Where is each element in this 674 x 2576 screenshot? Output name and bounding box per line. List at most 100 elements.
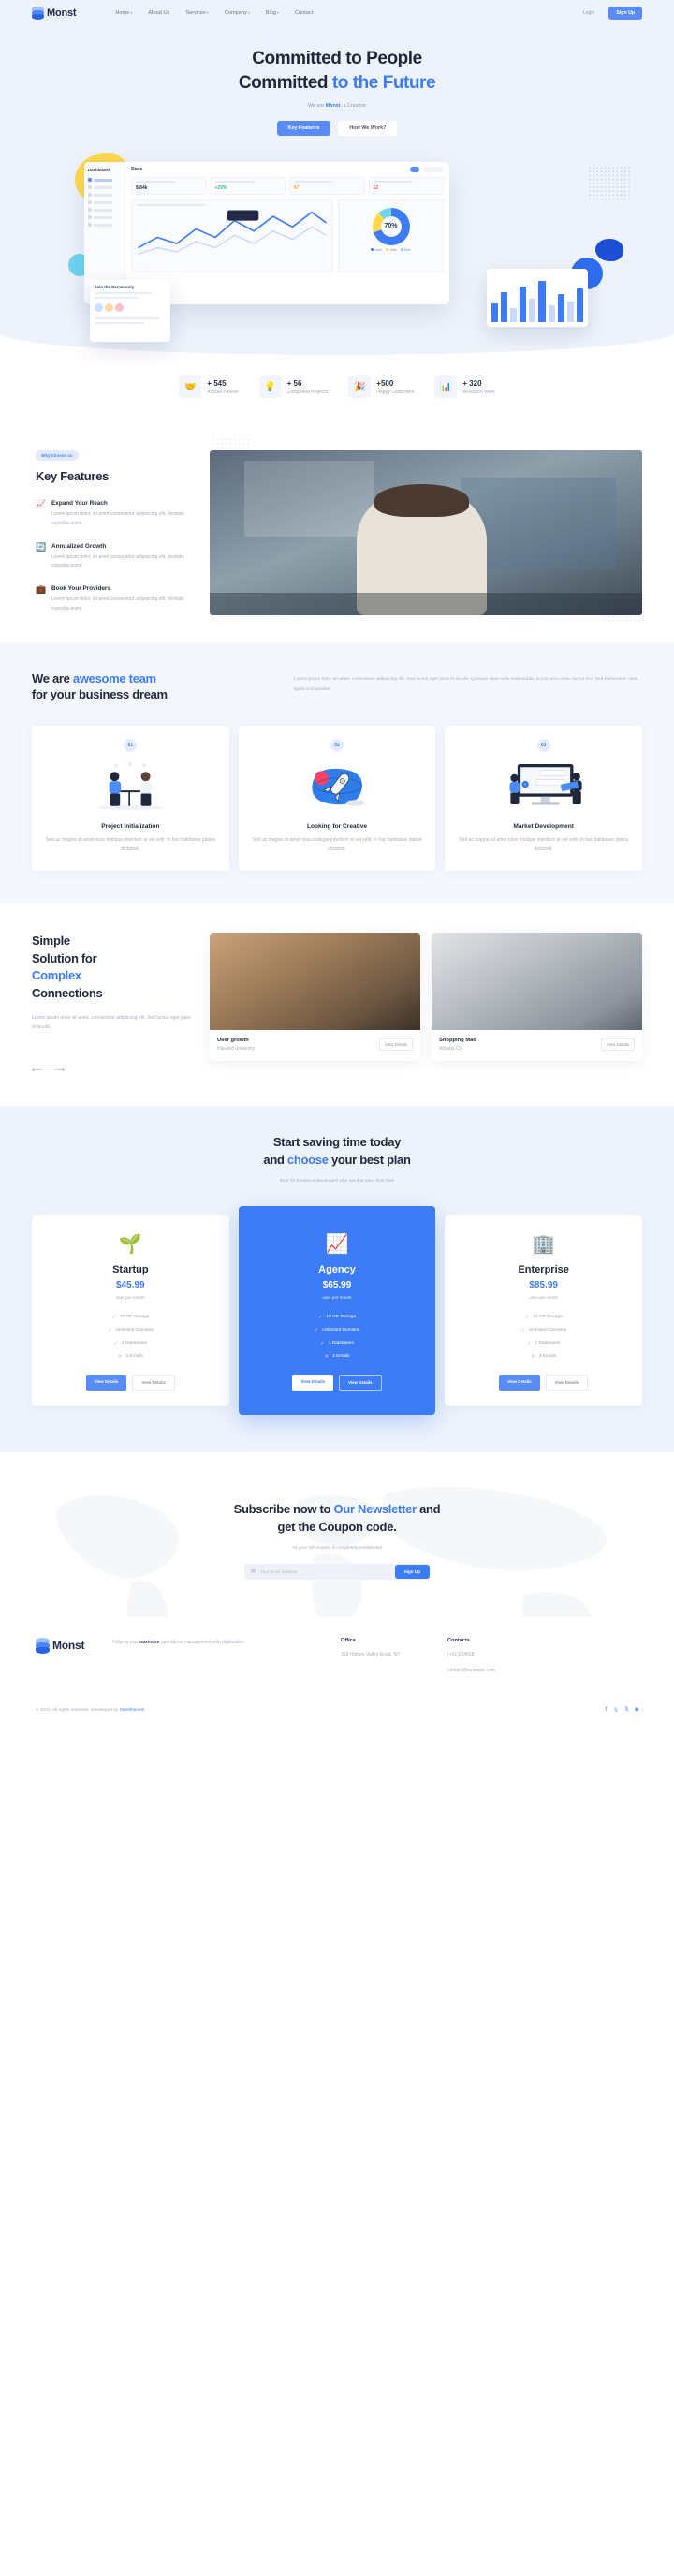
view-details-primary-button[interactable]: View Details <box>499 1374 540 1391</box>
view-details-secondary-button[interactable]: View Details <box>132 1374 175 1391</box>
dashboard-nav-item[interactable] <box>88 185 121 190</box>
plan-actions: View Details View Details <box>456 1374 631 1391</box>
plan-price: $45.99 <box>116 1279 145 1290</box>
skype-icon[interactable]: S <box>624 1707 628 1714</box>
how-we-work-button[interactable]: How We Work? <box>338 121 398 137</box>
plan-startup: 🌱 Startup $45.99 user per month ✓ 10 GB S… <box>32 1214 229 1406</box>
plan-feature: ✕ 3 Emails <box>531 1353 557 1360</box>
arrow-right-icon[interactable]: ⟶ <box>53 1066 64 1074</box>
stat-label: Annual Partner <box>207 389 239 395</box>
view-details-primary-button[interactable]: View Details <box>292 1374 333 1391</box>
plan-actions: View Details View Details <box>250 1374 425 1391</box>
footer-tagline: Helping you maximize operations manageme… <box>112 1639 244 1645</box>
plan-period: user per month <box>322 1294 352 1300</box>
key-features-right <box>198 437 646 626</box>
card-text: Sed ac magna sit amet risus tristique in… <box>252 837 422 853</box>
plan-agency: 📈 Agency $65.99 user per month ✓ 10 GB St… <box>238 1205 436 1415</box>
view-details-button[interactable]: View Details <box>600 1038 635 1052</box>
nav-item-about-us[interactable]: About Us <box>148 10 169 16</box>
dashboard-nav-item[interactable] <box>88 208 121 213</box>
dashboard-nav-item[interactable] <box>88 193 121 198</box>
dashboard-nav-item[interactable] <box>88 215 121 220</box>
team-card-market-development[interactable]: 03 + Market Development Sed ac magna sit… <box>445 726 643 872</box>
facebook-icon[interactable]: f <box>606 1707 608 1714</box>
feature-title: Expand Your Reach <box>51 500 108 508</box>
email-input[interactable] <box>260 1568 391 1574</box>
footer-brand-name: Monst <box>52 1638 85 1652</box>
footer-office-address: 359 Hidden Valley Road, NY <box>341 1651 401 1657</box>
nav-item-home[interactable]: Home▾ <box>115 10 132 16</box>
plan-price: $85.99 <box>529 1279 558 1290</box>
celebration-icon: 🎉 <box>348 375 372 399</box>
social-links: f 𝕏 S ◙ <box>606 1707 638 1714</box>
footer-office-column: Office 359 Hidden Valley Road, NY <box>341 1638 416 1659</box>
newsletter-section: Subscribe now to Our Newsletter and get … <box>0 1451 674 1617</box>
dashboard-nav-item[interactable] <box>88 178 121 183</box>
plan-feature: ✓ 1 Datebases <box>320 1340 354 1347</box>
chevron-down-icon: ▾ <box>247 10 250 15</box>
newsletter-signup-button[interactable]: Sign Up <box>394 1564 430 1579</box>
dashboard-action-button[interactable] <box>410 167 419 173</box>
dashboard-nav-item[interactable] <box>88 200 121 205</box>
project-card-user-growth[interactable]: User growth Harvard university View Deta… <box>210 933 420 1062</box>
dashboard-body: 70% Sales Visits Rate <box>131 199 444 272</box>
startup-plant-icon: 🌱 <box>118 1234 142 1256</box>
donut-chart: 70% <box>372 207 410 245</box>
team-section: We are awesome team for your business dr… <box>0 643 674 904</box>
team-card-project-initialization[interactable]: 01 Project Initialization Sed ac magna s… <box>32 726 229 872</box>
stat-annual-partner: 🤝 + 545 Annual Partner <box>179 375 239 399</box>
check-icon: ✓ <box>107 1327 112 1333</box>
stat-completed-projects: 💡 + 56 Completed Projects <box>258 375 328 399</box>
nav-item-blog[interactable]: Blog▾ <box>266 10 279 16</box>
envelope-icon: ✉ <box>251 1568 256 1575</box>
view-details-primary-button[interactable]: View Details <box>85 1374 127 1391</box>
twitter-icon[interactable]: 𝕏 <box>614 1707 619 1714</box>
check-icon: ✓ <box>320 1340 325 1347</box>
card-title: Market Development <box>513 823 574 831</box>
pricing-subtitle: Best for freelance developers who need t… <box>279 1178 395 1184</box>
plan-name: Startup <box>112 1263 149 1275</box>
nav-item-services[interactable]: Services▾ <box>185 10 208 16</box>
project-image <box>210 933 420 1031</box>
dashboard-user-pill[interactable] <box>423 167 444 173</box>
cross-icon: ✕ <box>531 1353 535 1360</box>
login-button[interactable]: Login <box>577 7 602 19</box>
card-title: Looking for Creative <box>306 823 368 831</box>
signup-button[interactable]: Sign Up <box>608 7 642 20</box>
project-card-shopping-mall[interactable]: Shopping Mall Alibaba Co View Details <box>432 933 642 1062</box>
solution-paragraph: Lorem ipsum dolor sit amet, consectetur … <box>32 1015 191 1031</box>
team-card-looking-for-creative[interactable]: 02 Looking for Creative Sed ac magna sit… <box>238 726 436 872</box>
plan-name: Enterprise <box>518 1263 569 1275</box>
view-details-secondary-button[interactable]: View Details <box>339 1374 382 1391</box>
footer-contacts-column: Contacts (+01)234568 contact@example.com <box>447 1638 495 1675</box>
newsletter-form: ✉ Sign Up <box>244 1563 430 1580</box>
dashboard-logo: Dashboard <box>88 168 110 173</box>
stat-value: + 545 <box>207 378 227 388</box>
main-navigation: Monst Home▾ About Us Services▾ Company▾ … <box>0 0 674 26</box>
footer-contacts-title: Contacts <box>447 1637 470 1643</box>
brand-logo[interactable]: Monst <box>32 7 77 20</box>
view-details-secondary-button[interactable]: View Details <box>545 1374 589 1391</box>
plan-feature: ✓ 10 GB Storage <box>317 1314 357 1320</box>
footer-brand[interactable]: Monst <box>36 1637 92 1654</box>
key-features-button[interactable]: Key Features <box>276 121 331 137</box>
footer-phone[interactable]: (+01)234568 <box>447 1650 495 1659</box>
key-features-left: Why choose us Key Features 📈 Expand Your… <box>32 445 198 612</box>
instagram-icon[interactable]: ◙ <box>635 1707 638 1714</box>
dashboard-title: Stats <box>131 167 143 173</box>
plan-features: ✓ 10 GB Storage ✓ Unlimited Domains ✓ 1 Dat… <box>456 1311 631 1363</box>
check-icon: ✓ <box>526 1340 532 1347</box>
nav-item-contact[interactable]: Contact <box>295 10 313 16</box>
plan-feature: ✓ Unlimited Domains <box>107 1327 154 1333</box>
dashboard-kpi-card: +29% <box>210 177 286 195</box>
nav-item-company[interactable]: Company▾ <box>225 10 250 16</box>
developer-link[interactable]: Steelthemes <box>120 1708 145 1713</box>
dashboard-nav-item[interactable] <box>88 223 121 228</box>
view-details-button[interactable]: View Details <box>378 1038 413 1052</box>
feature-text: Lorem ipsum dolor, sit amet consectetur … <box>51 511 184 526</box>
dashboard-main: Stats $ 84k +29% 67 12 70% Sales Visits … <box>125 162 449 304</box>
stat-happy-customers: 🎉 +500 Happy Customers <box>348 375 414 399</box>
footer-email[interactable]: contact@example.com <box>447 1666 495 1675</box>
arrow-left-icon[interactable]: ⟵ <box>32 1066 42 1074</box>
plan-feature: ✓ 1 Datebases <box>526 1340 561 1347</box>
